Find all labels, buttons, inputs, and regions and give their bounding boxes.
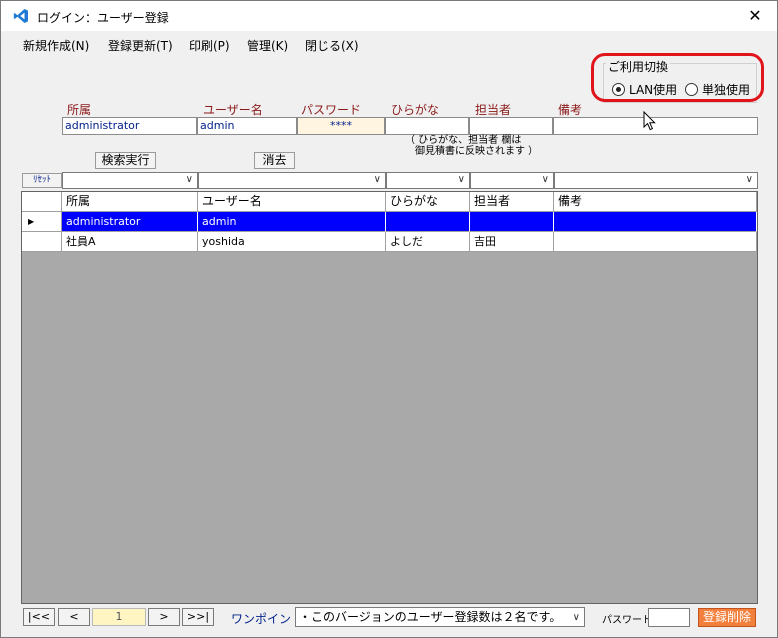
cell-note[interactable] (554, 232, 757, 252)
label-password: パスワード (301, 103, 362, 117)
grid-corner (22, 192, 62, 212)
chevron-down-icon: ∨ (457, 174, 465, 185)
staff-field[interactable] (469, 117, 553, 135)
table-row[interactable]: 社員A yoshida よしだ 吉田 (22, 232, 757, 252)
cell-kana[interactable] (386, 212, 470, 232)
cell-staff[interactable]: 吉田 (470, 232, 554, 252)
filter-kana[interactable]: ∨ (386, 172, 470, 189)
highlight-annotation (591, 53, 764, 102)
hint-note: （ ひらがな、担当者 欄は 御見積書に反映されます ） (405, 135, 538, 157)
filter-dept[interactable]: ∨ (62, 172, 198, 189)
label-user: ユーザー名 (203, 103, 263, 117)
onepoint-value: ・このバージョンのユーザー登録数は２名です。 (299, 610, 562, 624)
user-field[interactable]: admin (197, 117, 297, 135)
hint-line-2: 御見積書に反映されます ） (405, 146, 539, 157)
reset-button[interactable]: ﾘｾｯﾄ (22, 173, 62, 188)
cell-dept[interactable]: 社員A (62, 232, 198, 252)
window-title: ログイン：ユーザー登録 (37, 11, 169, 25)
clear-button[interactable]: 消去 (254, 152, 295, 169)
menu-update[interactable]: 登録更新(T) (108, 37, 173, 54)
chevron-down-icon: ∨ (572, 612, 580, 623)
col-header-note[interactable]: 備考 (554, 192, 757, 212)
menu-new[interactable]: 新規作成(N) (23, 37, 89, 54)
cell-staff[interactable] (470, 212, 554, 232)
label-note: 備考 (558, 103, 583, 117)
label-staff: 担当者 (475, 103, 512, 117)
col-header-staff[interactable]: 担当者 (470, 192, 554, 212)
filter-staff[interactable]: ∨ (470, 172, 554, 189)
delete-registration-button[interactable]: 登録削除 (698, 608, 756, 627)
chevron-down-icon: ∨ (541, 174, 549, 185)
row-header (22, 232, 62, 252)
filter-note[interactable]: ∨ (554, 172, 758, 189)
cell-note[interactable] (554, 212, 757, 232)
page-number[interactable]: 1 (92, 608, 146, 626)
col-header-user[interactable]: ユーザー名 (198, 192, 386, 212)
prev-page-button[interactable]: < (58, 608, 90, 626)
hint-line-1: （ ひらがな、担当者 欄は (405, 135, 522, 146)
last-page-button[interactable]: >>| (182, 608, 214, 626)
user-grid[interactable]: 所属 ユーザー名 ひらがな 担当者 備考 ▶ administrator adm… (21, 191, 758, 604)
login-user-registration-window: ログイン：ユーザー登録 ✕ 新規作成(N) 登録更新(T) 印刷(P) 管理(K… (0, 0, 778, 638)
cell-dept[interactable]: administrator (62, 212, 198, 232)
delete-password-field[interactable] (648, 608, 690, 627)
grid-header-row: 所属 ユーザー名 ひらがな 担当者 備考 (22, 192, 757, 212)
menu-close[interactable]: 閉じる(X) (305, 37, 359, 54)
search-button[interactable]: 検索実行 (95, 152, 156, 169)
chevron-down-icon: ∨ (185, 174, 193, 185)
filter-user[interactable]: ∨ (198, 172, 386, 189)
label-dept: 所属 (67, 103, 92, 117)
title-bar: ログイン：ユーザー登録 ✕ (1, 1, 777, 31)
next-page-button[interactable]: > (148, 608, 180, 626)
col-header-dept[interactable]: 所属 (62, 192, 198, 212)
menu-print[interactable]: 印刷(P) (189, 37, 230, 54)
first-page-button[interactable]: |<< (23, 608, 55, 626)
label-kana: ひらがな (391, 103, 440, 117)
close-icon[interactable]: ✕ (733, 1, 777, 31)
password-field[interactable]: **** (297, 117, 385, 135)
mouse-cursor-icon (643, 111, 656, 131)
chevron-down-icon: ∨ (373, 174, 381, 185)
cell-kana[interactable]: よしだ (386, 232, 470, 252)
chevron-down-icon: ∨ (745, 174, 753, 185)
onepoint-select[interactable]: ・このバージョンのユーザー登録数は２名です。 ∨ (295, 607, 585, 627)
menu-manage[interactable]: 管理(K) (247, 37, 288, 54)
dept-field[interactable]: administrator (62, 117, 197, 135)
cell-user[interactable]: admin (198, 212, 386, 232)
triangle-right-icon: ▶ (22, 212, 62, 232)
cell-user[interactable]: yoshida (198, 232, 386, 252)
table-row[interactable]: ▶ administrator admin (22, 212, 757, 232)
app-icon (13, 9, 28, 23)
col-header-kana[interactable]: ひらがな (386, 192, 470, 212)
kana-field[interactable] (385, 117, 469, 135)
delete-password-label: パスワード (602, 615, 652, 626)
